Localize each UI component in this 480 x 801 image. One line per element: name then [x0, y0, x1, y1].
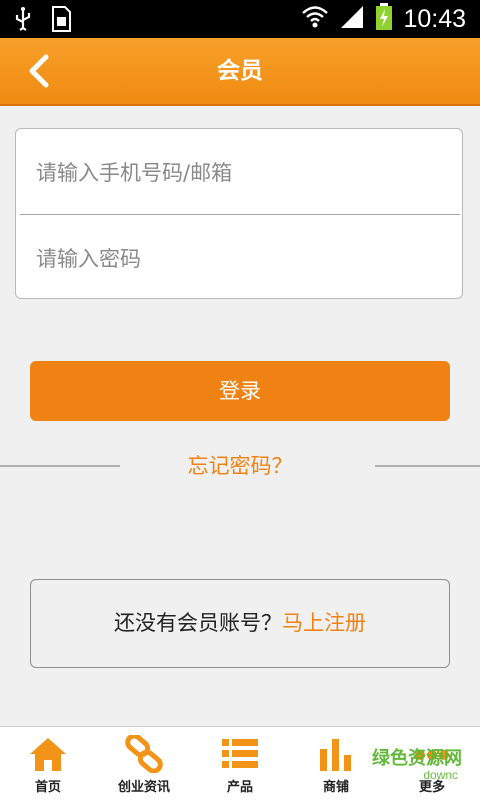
- status-bar: 10:43: [0, 0, 480, 38]
- password-field-row: [16, 215, 462, 302]
- register-prompt: 还没有会员账号？: [114, 611, 282, 635]
- watermark-logo: 绿色资源网: [372, 748, 462, 769]
- register-link[interactable]: 马上注册: [282, 611, 366, 635]
- sim-card-icon: [50, 6, 72, 36]
- tab-label: 产品: [226, 780, 253, 795]
- watermark-url: downc: [423, 768, 458, 782]
- list-icon: [222, 739, 258, 768]
- usb-icon: [14, 6, 32, 36]
- link-icon: [125, 735, 163, 773]
- home-icon: [30, 738, 66, 771]
- tab-home[interactable]: 首页: [0, 727, 96, 801]
- battery-charging-icon: [375, 3, 393, 35]
- tab-shops[interactable]: 商铺: [288, 727, 384, 801]
- tab-news[interactable]: 创业资讯: [96, 727, 192, 801]
- page-title: 会员: [217, 58, 263, 84]
- phone-email-input[interactable]: [34, 129, 438, 216]
- tab-products[interactable]: 产品: [192, 727, 288, 801]
- status-time: 10:43: [403, 5, 466, 33]
- signal-icon: [339, 4, 365, 34]
- forgot-password-link[interactable]: 忘记密码？: [0, 450, 480, 482]
- phone-email-field-row: [16, 129, 462, 216]
- app-header: 会员: [0, 38, 480, 106]
- tab-label: 首页: [34, 780, 61, 795]
- tab-label: 商铺: [322, 780, 349, 795]
- tab-label: 创业资讯: [117, 780, 170, 795]
- bar-chart-icon: [320, 739, 351, 771]
- password-input[interactable]: [34, 215, 438, 302]
- wifi-icon: [301, 4, 329, 34]
- login-form: [15, 128, 463, 302]
- register-box[interactable]: 还没有会员账号？马上注册: [30, 579, 450, 668]
- login-button[interactable]: 登录: [30, 361, 450, 421]
